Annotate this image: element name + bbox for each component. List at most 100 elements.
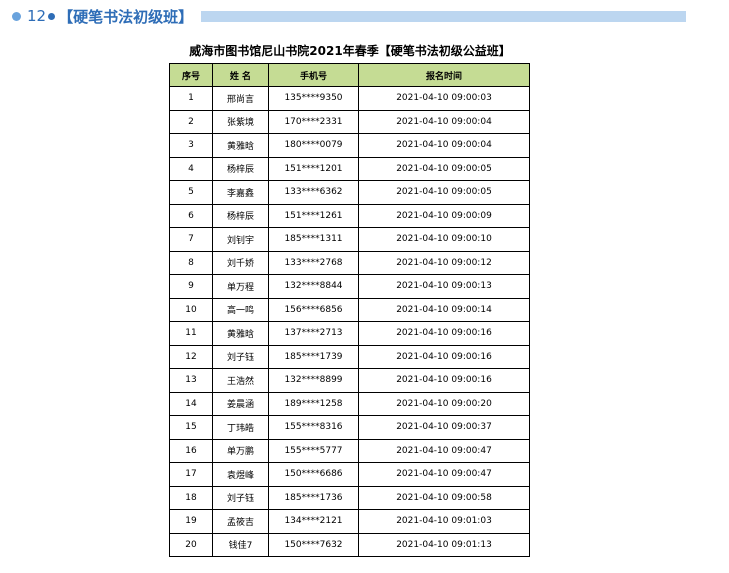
cell-phone: 134****2121: [268, 509, 359, 534]
section-number: 12: [27, 7, 47, 25]
cell-name: 张紫境: [212, 109, 269, 134]
cell-name: 刘钊宇: [212, 227, 269, 252]
cell-phone: 185****1736: [268, 485, 359, 510]
cell-seq: 19: [169, 509, 213, 534]
table-row: 20 钱佳7 150****7632 2021-04-10 09:01:13: [169, 532, 530, 557]
header-time: 报名时间: [358, 63, 530, 87]
cell-seq: 18: [169, 485, 213, 510]
cell-time: 2021-04-10 09:00:47: [358, 438, 530, 463]
cell-seq: 14: [169, 391, 213, 416]
cell-name: 黄雅晗: [212, 321, 269, 346]
cell-phone: 185****1739: [268, 344, 359, 369]
cell-time: 2021-04-10 09:00:05: [358, 180, 530, 205]
cell-seq: 10: [169, 297, 213, 322]
cell-seq: 15: [169, 415, 213, 440]
table-row: 9 单万程 132****8844 2021-04-10 09:00:13: [169, 274, 530, 299]
cell-time: 2021-04-10 09:00:10: [358, 227, 530, 252]
cell-name: 黄雅晗: [212, 133, 269, 158]
table-row: 12 刘子钰 185****1739 2021-04-10 09:00:16: [169, 344, 530, 369]
cell-seq: 7: [169, 227, 213, 252]
cell-time: 2021-04-10 09:00:13: [358, 274, 530, 299]
roster-table: 序号 姓 名 手机号 报名时间 1 邢尚言 135****9350 2021-04-1…: [169, 63, 530, 557]
cell-name: 王浩然: [212, 368, 269, 393]
table-row: 18 刘子钰 185****1736 2021-04-10 09:00:58: [169, 485, 530, 510]
cell-seq: 5: [169, 180, 213, 205]
cell-seq: 20: [169, 532, 213, 557]
cell-time: 2021-04-10 09:00:04: [358, 109, 530, 134]
cell-phone: 185****1311: [268, 227, 359, 252]
cell-seq: 2: [169, 109, 213, 134]
table-row: 11 黄雅晗 137****2713 2021-04-10 09:00:16: [169, 321, 530, 346]
cell-name: 姜晨涵: [212, 391, 269, 416]
cell-name: 李嘉鑫: [212, 180, 269, 205]
table-row: 1 邢尚言 135****9350 2021-04-10 09:00:03: [169, 86, 530, 111]
cell-phone: 151****1261: [268, 203, 359, 228]
table-row: 17 袁煜峰 150****6686 2021-04-10 09:00:47: [169, 462, 530, 487]
cell-seq: 13: [169, 368, 213, 393]
cell-seq: 6: [169, 203, 213, 228]
cell-name: 杨梓辰: [212, 156, 269, 181]
cell-phone: 133****6362: [268, 180, 359, 205]
table-row: 16 单万鹏 155****5777 2021-04-10 09:00:47: [169, 438, 530, 463]
cell-seq: 11: [169, 321, 213, 346]
cell-phone: 151****1201: [268, 156, 359, 181]
header-phone: 手机号: [268, 63, 359, 87]
cell-name: 邢尚言: [212, 86, 269, 111]
cell-time: 2021-04-10 09:00:12: [358, 250, 530, 275]
header-seq: 序号: [169, 63, 213, 87]
cell-phone: 132****8844: [268, 274, 359, 299]
cell-name: 袁煜峰: [212, 462, 269, 487]
bullet-dot-icon: [12, 11, 21, 21]
cell-phone: 150****6686: [268, 462, 359, 487]
cell-time: 2021-04-10 09:00:09: [358, 203, 530, 228]
cell-name: 钱佳7: [212, 532, 269, 557]
cell-time: 2021-04-10 09:00:37: [358, 415, 530, 440]
table-row: 15 丁玮皓 155****8316 2021-04-10 09:00:37: [169, 415, 530, 440]
cell-name: 单万鹏: [212, 438, 269, 463]
cell-time: 2021-04-10 09:00:16: [358, 321, 530, 346]
cell-time: 2021-04-10 09:00:16: [358, 344, 530, 369]
cell-seq: 8: [169, 250, 213, 275]
table-row: 8 刘千娇 133****2768 2021-04-10 09:00:12: [169, 250, 530, 275]
cell-name: 刘千娇: [212, 250, 269, 275]
cell-seq: 3: [169, 133, 213, 158]
table-row: 4 杨梓辰 151****1201 2021-04-10 09:00:05: [169, 156, 530, 181]
table-row: 10 高一鸣 156****6856 2021-04-10 09:00:14: [169, 297, 530, 322]
cell-phone: 132****8899: [268, 368, 359, 393]
cell-phone: 156****6856: [268, 297, 359, 322]
cell-time: 2021-04-10 09:00:20: [358, 391, 530, 416]
small-dot-icon: [48, 12, 56, 20]
table-row: 3 黄雅晗 180****0079 2021-04-10 09:00:04: [169, 133, 530, 158]
cell-phone: 150****7632: [268, 532, 359, 557]
cell-name: 刘子钰: [212, 344, 269, 369]
table-row: 14 姜晨涵 189****1258 2021-04-10 09:00:20: [169, 391, 530, 416]
cell-time: 2021-04-10 09:00:05: [358, 156, 530, 181]
cell-phone: 135****9350: [268, 86, 359, 111]
cell-name: 单万程: [212, 274, 269, 299]
section-heading: 12 【硬笔书法初级班】: [12, 6, 692, 26]
cell-name: 刘子钰: [212, 485, 269, 510]
cell-seq: 1: [169, 86, 213, 111]
cell-time: 2021-04-10 09:00:03: [358, 86, 530, 111]
cell-time: 2021-04-10 09:00:58: [358, 485, 530, 510]
table-row: 5 李嘉鑫 133****6362 2021-04-10 09:00:05: [169, 180, 530, 205]
cell-name: 高一鸣: [212, 297, 269, 322]
header-name: 姓 名: [212, 63, 269, 87]
table-row: 19 孟筱吉 134****2121 2021-04-10 09:01:03: [169, 509, 530, 534]
cell-phone: 137****2713: [268, 321, 359, 346]
cell-time: 2021-04-10 09:00:04: [358, 133, 530, 158]
decorative-stripe: [201, 10, 686, 22]
cell-phone: 170****2331: [268, 109, 359, 134]
cell-phone: 133****2768: [268, 250, 359, 275]
cell-phone: 155****5777: [268, 438, 359, 463]
cell-seq: 9: [169, 274, 213, 299]
table-header-row: 序号 姓 名 手机号 报名时间: [169, 63, 530, 87]
table-row: 6 杨梓辰 151****1261 2021-04-10 09:00:09: [169, 203, 530, 228]
cell-seq: 16: [169, 438, 213, 463]
cell-name: 孟筱吉: [212, 509, 269, 534]
cell-seq: 12: [169, 344, 213, 369]
table-row: 13 王浩然 132****8899 2021-04-10 09:00:16: [169, 368, 530, 393]
section-title: 【硬笔书法初级班】: [58, 7, 194, 26]
cell-seq: 17: [169, 462, 213, 487]
roster-title: 威海市图书馆尼山书院2021年春季【硬笔书法初级公益班】: [189, 44, 511, 58]
